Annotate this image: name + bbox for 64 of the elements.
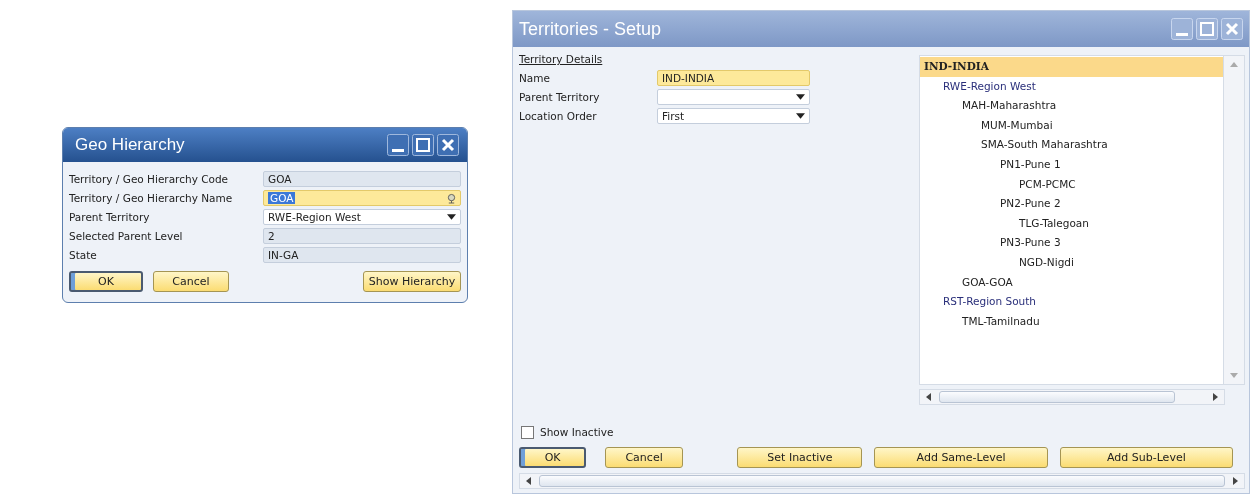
section-heading: Territory Details xyxy=(519,53,603,67)
horizontal-scrollbar[interactable] xyxy=(919,389,1225,405)
tree-item[interactable]: PN1-Pune 1 xyxy=(920,154,1223,175)
dialog-button[interactable]: Cancel xyxy=(605,446,683,468)
dropdown-field[interactable] xyxy=(657,88,810,105)
field-label: Parent Territory xyxy=(519,90,601,103)
input-field[interactable]: IN-GA xyxy=(263,247,461,263)
action-button[interactable]: Add Sub-Level xyxy=(1059,446,1233,468)
scroll-left-icon[interactable] xyxy=(526,477,531,485)
close-icon[interactable] xyxy=(437,134,459,156)
field-label: Name xyxy=(519,71,551,84)
tree-item[interactable]: MAH-Maharashtra xyxy=(920,96,1223,116)
input-field[interactable]: GOA xyxy=(263,171,461,187)
input-field[interactable]: GOA xyxy=(263,190,461,206)
tree-item[interactable]: RST-Region South xyxy=(920,292,1223,312)
tree-item[interactable]: NGD-Nigdi xyxy=(920,252,1223,273)
scroll-left-icon[interactable] xyxy=(926,393,931,401)
tree-item[interactable]: TML-Tamilnadu xyxy=(920,311,1223,332)
field-label: Parent Territory xyxy=(69,211,151,223)
tree-item[interactable]: MUM-Mumbai xyxy=(920,115,1223,136)
dialog-button[interactable]: OK xyxy=(519,446,587,468)
minimize-icon[interactable] xyxy=(387,134,409,156)
scroll-right-icon[interactable] xyxy=(1233,477,1238,485)
tree-item[interactable]: SMA-South Maharashtra xyxy=(920,135,1223,155)
dialog-button[interactable]: Cancel xyxy=(153,271,229,292)
field-label: Territory / Geo Hierarchy Name xyxy=(69,192,234,204)
field-label: Territory / Geo Hierarchy Code xyxy=(69,173,230,185)
maximize-icon[interactable] xyxy=(412,134,434,156)
tree-item[interactable]: IND-INDIA xyxy=(920,57,1223,77)
dropdown-field[interactable]: First xyxy=(657,107,810,124)
lookup-icon[interactable] xyxy=(447,192,456,204)
tree-item[interactable]: TLG-Talegoan xyxy=(920,213,1223,234)
tree-item[interactable]: PN3-Pune 3 xyxy=(920,233,1223,253)
action-button[interactable]: Add Same-Level xyxy=(874,446,1048,468)
field-label: Location Order xyxy=(519,109,598,122)
scroll-right-icon[interactable] xyxy=(1213,393,1218,401)
tree-item[interactable]: GOA-GOA xyxy=(920,272,1223,293)
scroll-up-icon[interactable] xyxy=(1230,62,1238,67)
caret-icon xyxy=(447,214,456,220)
field-label: State xyxy=(69,249,98,261)
input-field[interactable]: IND-INDIA xyxy=(657,69,810,86)
window-title: Territories - Setup xyxy=(519,18,662,40)
dropdown-field[interactable]: RWE-Region West xyxy=(263,209,461,225)
action-button[interactable]: Set Inactive xyxy=(737,446,863,468)
window-title: Geo Hierarchy xyxy=(75,135,185,155)
vertical-scrollbar[interactable] xyxy=(1224,55,1245,385)
caret-icon xyxy=(796,93,805,100)
scrollbar-thumb[interactable] xyxy=(939,391,1175,403)
show-hierarchy-button[interactable]: Show Hierarchy xyxy=(363,271,461,292)
tree-item[interactable]: PCM-PCMC xyxy=(920,174,1223,195)
tree-item[interactable]: RWE-Region West xyxy=(920,76,1223,97)
scrollbar-thumb[interactable] xyxy=(539,475,1225,487)
dialog-button[interactable]: OK xyxy=(69,271,143,292)
tree-item[interactable]: PN2-Pune 2 xyxy=(920,194,1223,214)
maximize-icon[interactable] xyxy=(1196,18,1218,40)
input-field[interactable]: 2 xyxy=(263,228,461,244)
caret-icon xyxy=(796,112,805,119)
close-icon[interactable] xyxy=(1221,18,1243,40)
minimize-icon[interactable] xyxy=(1171,18,1193,40)
checkbox[interactable] xyxy=(521,425,534,439)
horizontal-scrollbar[interactable] xyxy=(519,473,1245,489)
checkbox-label: Show Inactive xyxy=(540,426,614,438)
scroll-down-icon[interactable] xyxy=(1230,373,1238,378)
field-label: Selected Parent Level xyxy=(69,230,184,242)
